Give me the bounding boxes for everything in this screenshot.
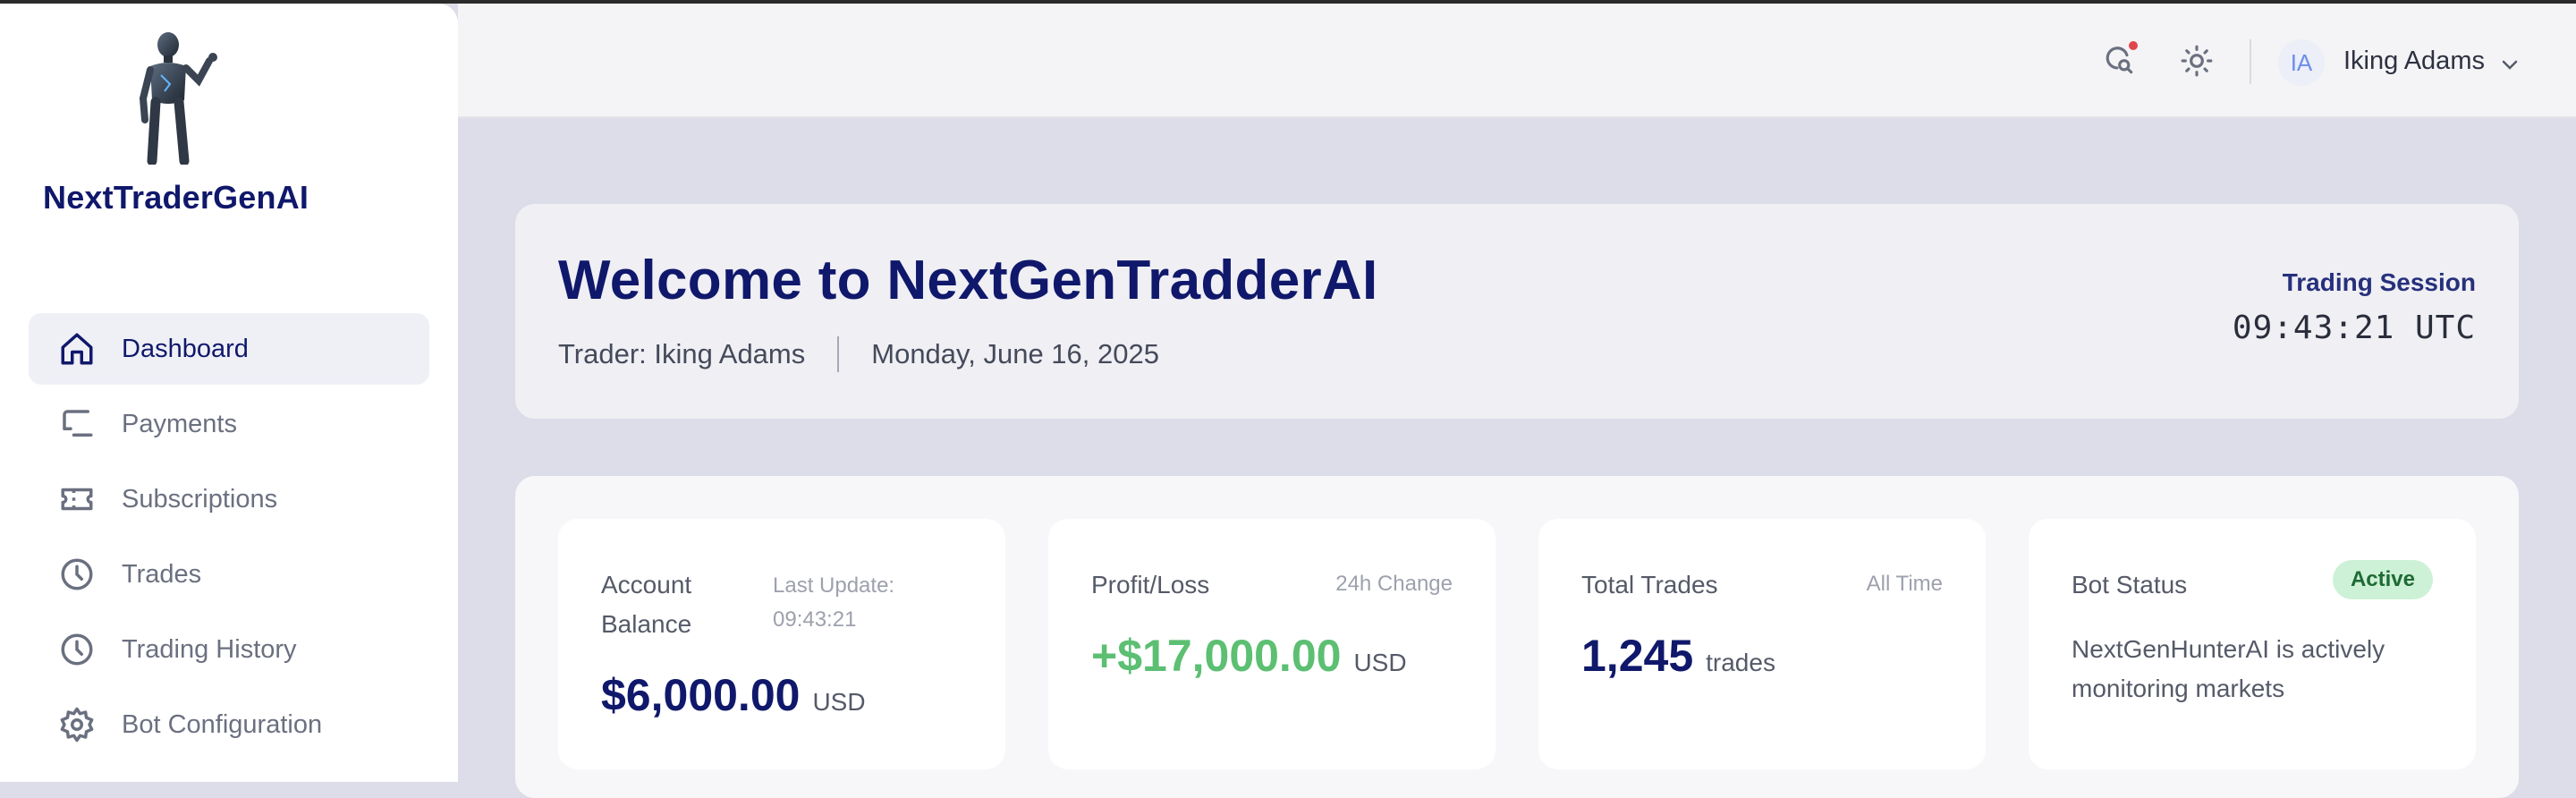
- card-title: Total Trades: [1581, 571, 1718, 598]
- stats-panel: Account Balance Last Update: 09:43:21 $6…: [515, 476, 2519, 798]
- sidebar-item-trading-history[interactable]: Trading History: [29, 614, 429, 685]
- notification-search-icon[interactable]: [2098, 39, 2141, 82]
- sidebar-item-label: Trades: [122, 559, 202, 589]
- trading-session-time: 09:43:21 UTC: [2232, 310, 2476, 346]
- card-title: Bot Status: [2072, 571, 2188, 598]
- gear-icon: [57, 705, 97, 744]
- sidebar-item-label: Bot Configuration: [122, 709, 323, 739]
- account-balance-card: Account Balance Last Update: 09:43:21 $6…: [558, 519, 1005, 769]
- card-title: Account Balance: [601, 571, 692, 638]
- last-update: Last Update: 09:43:21: [773, 573, 895, 632]
- divider: [837, 336, 840, 372]
- balance-unit: USD: [812, 688, 866, 716]
- avatar[interactable]: IA: [2278, 39, 2325, 86]
- top-header: IA Iking Adams: [458, 4, 2576, 118]
- trades-value: 1,245 trades: [1581, 630, 1775, 682]
- header-divider: [2250, 39, 2251, 84]
- sidebar-item-label: Subscriptions: [122, 484, 278, 514]
- sidebar-item-payments[interactable]: Payments: [29, 388, 429, 460]
- balance-amount: $6,000.00: [601, 670, 801, 720]
- balance-value: $6,000.00 USD: [601, 669, 866, 721]
- sidebar-item-trades[interactable]: Trades: [29, 539, 429, 610]
- pnl-amount: +$17,000.00: [1091, 631, 1342, 681]
- trader-name: Trader: Iking Adams: [558, 338, 806, 369]
- pnl-unit: USD: [1353, 649, 1407, 676]
- sidebar-item-label: Payments: [122, 409, 237, 438]
- trades-unit: trades: [1706, 649, 1775, 676]
- ticket-icon: [57, 480, 97, 519]
- bot-status-card: Bot Status Active NextGenHunterAI is act…: [2029, 519, 2476, 769]
- notification-dot: [2129, 41, 2138, 50]
- trades-count: 1,245: [1581, 631, 1694, 681]
- trades-period: All Time: [1866, 572, 1943, 596]
- sidebar: NextTraderGenAI Dashboard Payments Subsc…: [0, 4, 458, 782]
- welcome-card: Welcome to NextGenTradderAI Trader: Ikin…: [515, 204, 2519, 419]
- brand-name: NextTraderGenAI: [43, 179, 309, 216]
- sidebar-nav: Dashboard Payments Subscriptions Trades …: [29, 313, 429, 764]
- sidebar-item-bot-configuration[interactable]: Bot Configuration: [29, 689, 429, 760]
- top-border: [0, 0, 2576, 4]
- pnl-value: +$17,000.00 USD: [1091, 630, 1407, 682]
- page-title: Welcome to NextGenTradderAI: [558, 250, 1378, 311]
- trader-info: Trader: Iking Adams Monday, June 16, 202…: [558, 336, 1159, 372]
- clock-icon: [57, 630, 97, 669]
- status-badge: Active: [2332, 560, 2433, 599]
- total-trades-card: Total Trades All Time 1,245 trades: [1538, 519, 1986, 769]
- home-icon: [57, 329, 97, 369]
- change-period: 24h Change: [1335, 572, 1453, 596]
- sidebar-item-label: Dashboard: [122, 334, 249, 363]
- chevron-down-icon[interactable]: [2499, 54, 2521, 75]
- user-name[interactable]: Iking Adams: [2343, 47, 2485, 76]
- sidebar-item-label: Trading History: [122, 634, 297, 664]
- sidebar-item-dashboard[interactable]: Dashboard: [29, 313, 429, 385]
- profit-loss-card: Profit/Loss 24h Change +$17,000.00 USD: [1048, 519, 1496, 769]
- bot-description: NextGenHunterAI is actively monitoring m…: [2072, 635, 2385, 702]
- clock-icon: [57, 555, 97, 594]
- sun-icon[interactable]: [2175, 39, 2218, 82]
- sidebar-item-subscriptions[interactable]: Subscriptions: [29, 463, 429, 535]
- card-title: Profit/Loss: [1091, 571, 1210, 598]
- robot-logo-image: [134, 30, 233, 166]
- current-date: Monday, June 16, 2025: [871, 338, 1159, 369]
- payments-icon: [57, 404, 97, 444]
- trading-session-label: Trading Session: [2282, 268, 2476, 296]
